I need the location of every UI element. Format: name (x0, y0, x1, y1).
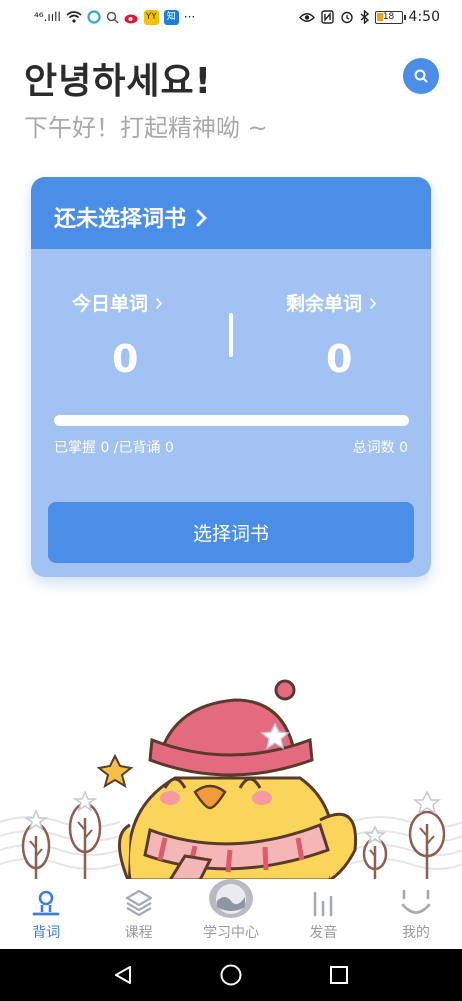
tab-memorize[interactable]: 背词 (0, 879, 92, 949)
chick-mascot (118, 679, 358, 880)
bluetooth-icon (360, 10, 369, 24)
status-bar: ⁴⁶.ııll YY 知 ··· 18 4:50 (0, 0, 462, 34)
smile-icon (401, 889, 431, 914)
signal-icon: ⁴⁶.ııll (34, 10, 61, 24)
search-icon (414, 69, 428, 83)
wordbook-card: 还未选择词书 今日单词 0 剩余单词 0 已掌握 0 /已背诵 0 总词数 0 … (31, 177, 431, 577)
wordbook-title: 还未选择词书 (54, 207, 187, 232)
tab-label: 我的 (401, 925, 430, 941)
system-nav-bar (0, 949, 462, 1001)
tab-pronunciation[interactable]: 发音 (277, 879, 369, 949)
greeting-subtitle: 下午好！打起精神呦 ~ (24, 114, 268, 142)
memorize-icon (32, 890, 60, 916)
layers-icon (125, 889, 152, 917)
choose-wordbook-button[interactable]: 选择词书 (48, 502, 414, 563)
today-words-label: 今日单词 (72, 293, 149, 315)
yy-app-icon: YY (143, 9, 159, 25)
sparkle-star (96, 753, 134, 789)
total-words-text: 总词数 0 (352, 440, 408, 456)
chevron-right-icon (369, 297, 376, 310)
recents-icon[interactable] (328, 964, 350, 986)
chevron-right-icon (155, 297, 162, 310)
search-status-icon (106, 11, 119, 24)
status-left: ⁴⁶.ııll YY 知 ··· (34, 9, 299, 25)
remaining-words-link[interactable]: 剩余单词 (286, 289, 377, 316)
home-icon[interactable] (219, 963, 243, 987)
app-q-icon (87, 10, 101, 24)
status-right: 18 4:50 (298, 9, 440, 25)
status-time: 4:50 (408, 9, 440, 25)
study-center-icon (209, 879, 254, 918)
pronunciation-icon (314, 891, 333, 917)
progress-bar (54, 415, 409, 426)
eye-icon (298, 12, 315, 22)
tab-study-center[interactable]: 学习中心 (185, 879, 277, 949)
search-button[interactable] (403, 58, 439, 94)
bottom-tab-bar: 背词 课程 学习中心 发音 我的 (0, 879, 462, 949)
stats-divider (229, 313, 233, 357)
chevron-right-icon (196, 209, 207, 227)
mascot-illustration (0, 679, 462, 880)
wordbook-select-link[interactable]: 还未选择词书 (54, 201, 208, 233)
greeting-title: 안녕하세요! (24, 61, 213, 102)
back-icon[interactable] (112, 964, 134, 986)
today-words-link[interactable]: 今日单词 (72, 289, 163, 316)
tab-label: 课程 (124, 925, 153, 941)
remaining-words-count: 0 (326, 337, 353, 381)
zhihu-app-icon: 知 (163, 9, 179, 25)
mastered-text: 已掌握 0 /已背诵 0 (54, 440, 174, 456)
tree-right-tall (408, 790, 446, 880)
battery-icon: 18 (374, 10, 406, 24)
tree-left-small (21, 809, 51, 880)
tab-label: 发音 (309, 925, 338, 941)
nfc-icon (320, 10, 334, 24)
today-words-count: 0 (112, 337, 139, 381)
remaining-words-label: 剩余单词 (286, 293, 363, 315)
tab-label: 背词 (32, 925, 61, 941)
weibo-icon (124, 14, 138, 23)
wordbook-card-header[interactable]: 还未选择词书 (31, 177, 431, 249)
tree-right-small (362, 825, 388, 880)
alarm-icon (340, 11, 353, 24)
tab-profile[interactable]: 我的 (370, 879, 462, 949)
tab-courses[interactable]: 课程 (92, 879, 184, 949)
more-dots-icon: ··· (183, 10, 196, 24)
tab-label: 学习中心 (203, 925, 260, 941)
wifi-icon (66, 11, 82, 23)
